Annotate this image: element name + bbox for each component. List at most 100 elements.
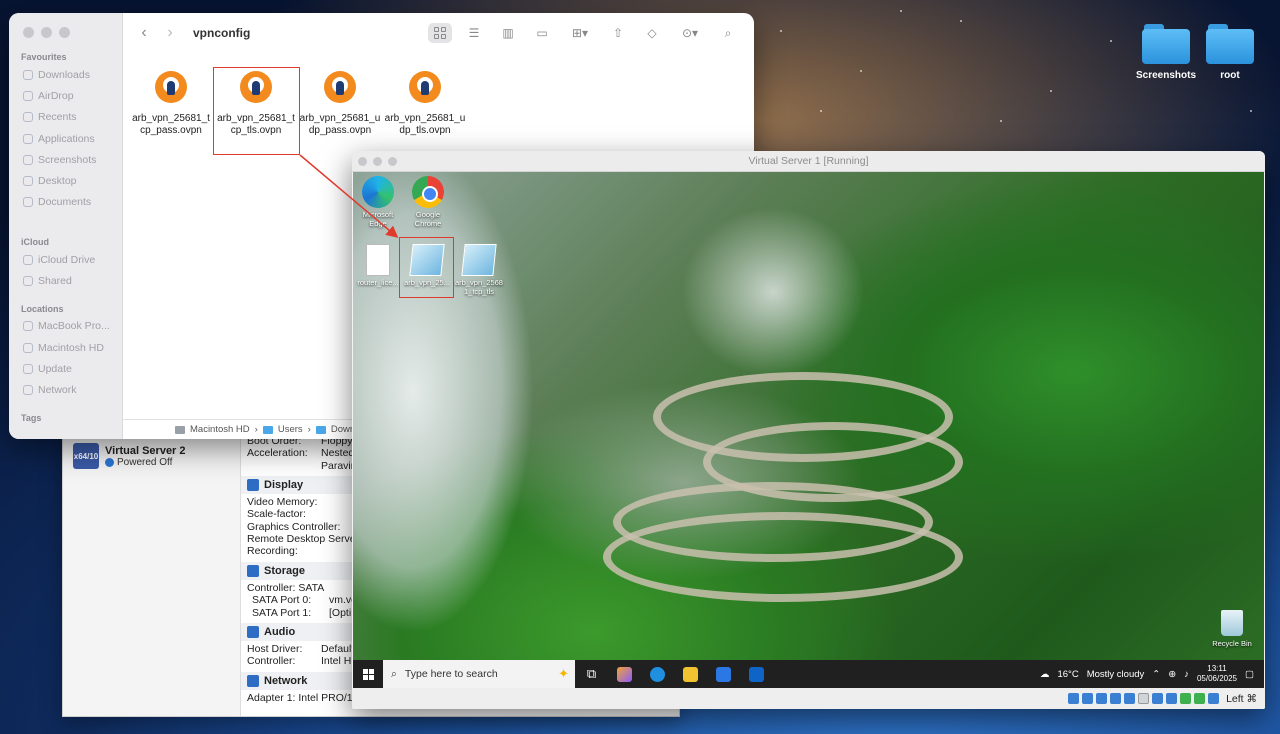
path-separator: › (307, 424, 311, 435)
weather-icon[interactable]: ☁ (1040, 669, 1050, 680)
desktop-icon-edge[interactable]: Microsoft Edge (353, 176, 403, 228)
sidebar-item-icloud-drive[interactable]: iCloud Drive (9, 249, 122, 270)
back-chevron-icon[interactable]: ‹ (137, 24, 151, 42)
sidebar-item-desktop[interactable]: Desktop (9, 170, 122, 191)
list-view-button[interactable]: ☰ (462, 23, 486, 43)
zoom-button[interactable] (59, 27, 70, 38)
audio-status-icon[interactable] (1096, 693, 1108, 704)
copilot-icon (617, 666, 632, 682)
sidebar-item-screenshots[interactable]: Screenshots (9, 149, 122, 170)
power-off-icon (105, 457, 114, 467)
disk-icon (23, 363, 33, 374)
notifications-icon[interactable]: ▢ (1245, 669, 1254, 680)
close-button[interactable] (23, 27, 34, 38)
network-icon (247, 674, 259, 687)
path-segment[interactable]: Users (278, 424, 303, 435)
optical-drive-status-icon[interactable] (1082, 693, 1094, 704)
sidebar-item-macintosh-hd[interactable]: Macintosh HD (9, 337, 122, 358)
icon-view-button[interactable] (428, 23, 452, 43)
clock[interactable]: 13:11 05/06/2025 (1197, 664, 1237, 684)
store-icon (716, 666, 731, 682)
cpu-status-icon[interactable] (1180, 693, 1192, 704)
highlight-box (213, 67, 300, 155)
sidebar-item-network[interactable]: Network (9, 380, 122, 401)
share-button[interactable]: ⇧ (606, 23, 630, 43)
forward-chevron-icon[interactable]: › (163, 24, 177, 42)
grid-icon (434, 27, 446, 39)
hard-disk-status-icon[interactable] (1068, 693, 1080, 704)
desktop-folder-root[interactable]: root (1190, 24, 1270, 81)
window-controls (9, 27, 122, 38)
edge-icon (650, 666, 665, 682)
minimize-button[interactable] (41, 27, 52, 38)
sidebar-item-documents[interactable]: Documents (9, 192, 122, 213)
sidebar-item-shared[interactable]: Shared (9, 270, 122, 291)
gallery-icon: ▭ (536, 26, 548, 40)
storage-icon (247, 564, 259, 577)
desktop-icon (23, 176, 33, 187)
tag-button[interactable]: ◇ (640, 23, 664, 43)
applications-icon (23, 133, 33, 144)
openvpn-file-icon (409, 71, 441, 103)
taskbar-edge[interactable] (641, 660, 674, 688)
path-segment[interactable]: Macintosh HD (190, 424, 250, 435)
desktop-icon-router-license[interactable]: router_lice... (353, 244, 403, 287)
desktop-icon-vpn-config[interactable]: arb_vpn_2568 1_tcp_tls (454, 244, 504, 296)
usb-status-icon[interactable] (1124, 693, 1136, 704)
vm-list-item-virtual-server-2[interactable]: x64/10 Virtual Server 2 Powered Off (63, 437, 240, 475)
task-view-button[interactable]: ⧉ (575, 660, 608, 688)
document-icon (23, 197, 33, 208)
search-icon: ⌕ (391, 667, 397, 680)
cloud-icon (23, 254, 33, 265)
vm-name: Virtual Server 2 (105, 444, 186, 457)
windows-logo-icon (362, 668, 374, 680)
volume-icon[interactable]: ♪ (1184, 669, 1189, 680)
folder-icon (23, 154, 33, 165)
desktop-icon-chrome[interactable]: Google Chrome (403, 176, 453, 228)
copilot-sparkle-icon: ✦ (558, 666, 569, 681)
sidebar-item-macbook-pro[interactable]: MacBook Pro... (9, 316, 122, 337)
taskbar-file-explorer[interactable] (674, 660, 707, 688)
openvpn-file-icon (324, 71, 356, 103)
config-file-icon (461, 244, 497, 276)
sidebar-item-downloads[interactable]: Downloads (9, 64, 122, 85)
vm-titlebar: Virtual Server 1 [Running] (352, 151, 1265, 172)
search-button[interactable]: ⌕ (716, 23, 740, 43)
file-item[interactable]: arb_vpn_25681_t cp_pass.ovpn (129, 71, 213, 137)
outlook-icon (749, 666, 764, 682)
host-key-label: Left ⌘ (1226, 692, 1257, 705)
highlight-box (399, 237, 454, 298)
desktop-icon-recycle-bin[interactable]: Recycle Bin (1210, 610, 1254, 648)
recording-status-icon[interactable] (1166, 693, 1178, 704)
sidebar-item-update[interactable]: Update (9, 358, 122, 379)
network-icon[interactable]: ⊕ (1168, 669, 1176, 680)
start-button[interactable] (353, 660, 383, 688)
display-status-icon[interactable] (1152, 693, 1164, 704)
vm-guest-desktop[interactable]: Microsoft Edge Google Chrome router_lice… (353, 172, 1264, 688)
sidebar-item-recents[interactable]: Recents (9, 107, 122, 128)
taskbar-search-box[interactable]: ⌕ Type here to search ✦ (383, 660, 575, 688)
taskbar-outlook[interactable] (740, 660, 773, 688)
mouse-integration-icon[interactable] (1194, 693, 1206, 704)
taskbar-copilot[interactable] (608, 660, 641, 688)
columns-icon: ▥ (502, 26, 514, 40)
globe-icon (23, 385, 33, 396)
file-explorer-icon (683, 666, 698, 682)
chevron-up-icon[interactable]: ⌃ (1152, 669, 1160, 680)
recycle-bin-icon (1221, 610, 1243, 636)
column-view-button[interactable]: ▥ (496, 23, 520, 43)
group-by-button[interactable]: ⊞▾ (564, 23, 596, 43)
gallery-view-button[interactable]: ▭ (530, 23, 554, 43)
folder-icon (315, 425, 326, 434)
keyboard-status-icon[interactable] (1208, 693, 1220, 704)
taskbar-store[interactable] (707, 660, 740, 688)
hard-drive-icon (23, 342, 33, 353)
network-status-icon[interactable] (1110, 693, 1122, 704)
clock-icon (23, 112, 33, 123)
sidebar-item-applications[interactable]: Applications (9, 128, 122, 149)
file-item[interactable]: arb_vpn_25681_u dp_tls.ovpn (383, 71, 467, 137)
sidebar-item-airdrop[interactable]: AirDrop (9, 85, 122, 106)
shared-folders-status-icon[interactable] (1138, 693, 1150, 704)
more-actions-button[interactable]: ⊙▾ (674, 23, 706, 43)
file-item[interactable]: arb_vpn_25681_u dp_pass.ovpn (298, 71, 382, 137)
